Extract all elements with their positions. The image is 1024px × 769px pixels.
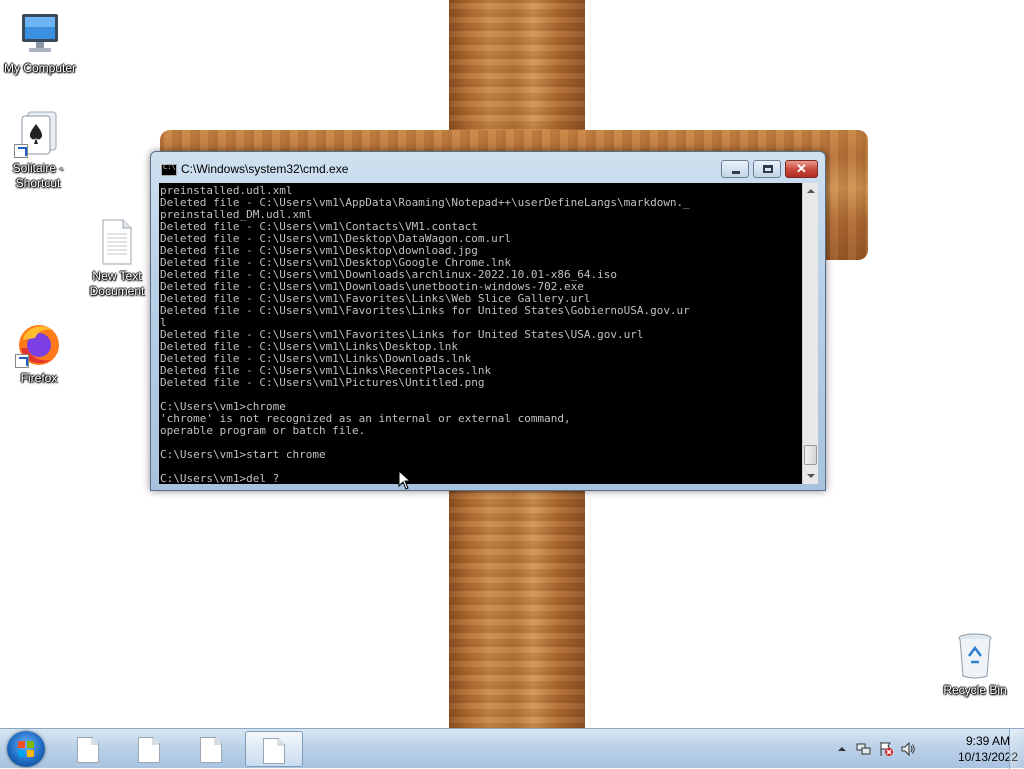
recycle-bin-icon — [955, 632, 995, 680]
desktop-icon-my-computer[interactable]: My Computer — [0, 10, 80, 76]
text-document-icon — [263, 738, 285, 764]
close-button[interactable]: ✕ — [785, 160, 818, 178]
show-desktop-button[interactable] — [1009, 729, 1024, 769]
console-text: preinstalled.udl.xml Deleted file - C:\U… — [159, 183, 802, 485]
console-line: Deleted file - C:\Users\vm1\Pictures\Unt… — [160, 376, 485, 389]
text-document-icon — [138, 737, 160, 763]
window-title: C:\Windows\system32\cmd.exe — [181, 162, 349, 176]
taskbar-button[interactable] — [183, 731, 241, 767]
desktop-icon-label: My Computer — [3, 61, 77, 75]
taskbar-button[interactable] — [121, 731, 179, 767]
system-tray: 9:39 AM 10/13/2022 — [834, 729, 1024, 769]
console-line: Deleted file - C:\Users\vm1\Favorites\Li… — [160, 304, 690, 317]
show-hidden-icons-chevron-icon[interactable] — [834, 741, 850, 757]
console-output[interactable]: preinstalled.udl.xml Deleted file - C:\U… — [159, 183, 802, 484]
scroll-thumb[interactable] — [804, 445, 817, 465]
action-center-flag-icon[interactable] — [878, 741, 894, 757]
text-document-icon — [77, 737, 99, 763]
firefox-icon — [15, 320, 63, 368]
maximize-button[interactable] — [753, 160, 781, 178]
desktop-icon-label: Firefox — [20, 371, 58, 385]
desktop-icon-solitaire[interactable]: Solitaire - Shortcut — [0, 110, 78, 191]
mouse-cursor-icon — [398, 470, 410, 490]
network-icon[interactable] — [856, 741, 872, 757]
scroll-up-button[interactable] — [803, 183, 819, 199]
start-button[interactable] — [7, 731, 45, 767]
desktop-icon-label: Solitaire - Shortcut — [12, 161, 64, 190]
window-titlebar[interactable]: C:\Windows\system32\cmd.exe ✕ — [151, 152, 825, 184]
cmd-window[interactable]: C:\Windows\system32\cmd.exe ✕ preinstall… — [150, 151, 826, 491]
taskbar: 9:39 AM 10/13/2022 — [0, 728, 1024, 769]
volume-speaker-icon[interactable] — [900, 741, 916, 757]
solitaire-icon — [14, 110, 62, 158]
taskbar-button[interactable] — [60, 731, 118, 767]
text-document-icon — [97, 218, 137, 266]
desktop-icon-label: New Text Document — [89, 269, 145, 298]
desktop-icon-label: Recycle Bin — [943, 683, 1007, 697]
vertical-scrollbar[interactable] — [802, 183, 818, 484]
computer-icon — [16, 10, 64, 58]
console-line: C:\Users\vm1>start chrome — [160, 448, 326, 461]
taskbar-button-active[interactable] — [245, 731, 303, 767]
scroll-down-button[interactable] — [803, 468, 819, 484]
console-line: C:\Users\vm1>del ? — [160, 472, 280, 485]
console-line: operable program or batch file. — [160, 424, 366, 437]
text-document-icon — [200, 737, 222, 763]
cmd-icon — [161, 163, 177, 176]
minimize-button[interactable] — [721, 160, 749, 178]
close-icon: ✕ — [796, 161, 807, 176]
desktop-icon-new-text-document[interactable]: New Text Document — [77, 218, 157, 299]
shortcut-arrow-icon — [15, 354, 29, 368]
desktop-icon-recycle-bin[interactable]: Recycle Bin — [935, 632, 1015, 698]
desktop-icon-firefox[interactable]: Firefox — [0, 320, 79, 386]
shortcut-arrow-icon — [14, 144, 28, 158]
